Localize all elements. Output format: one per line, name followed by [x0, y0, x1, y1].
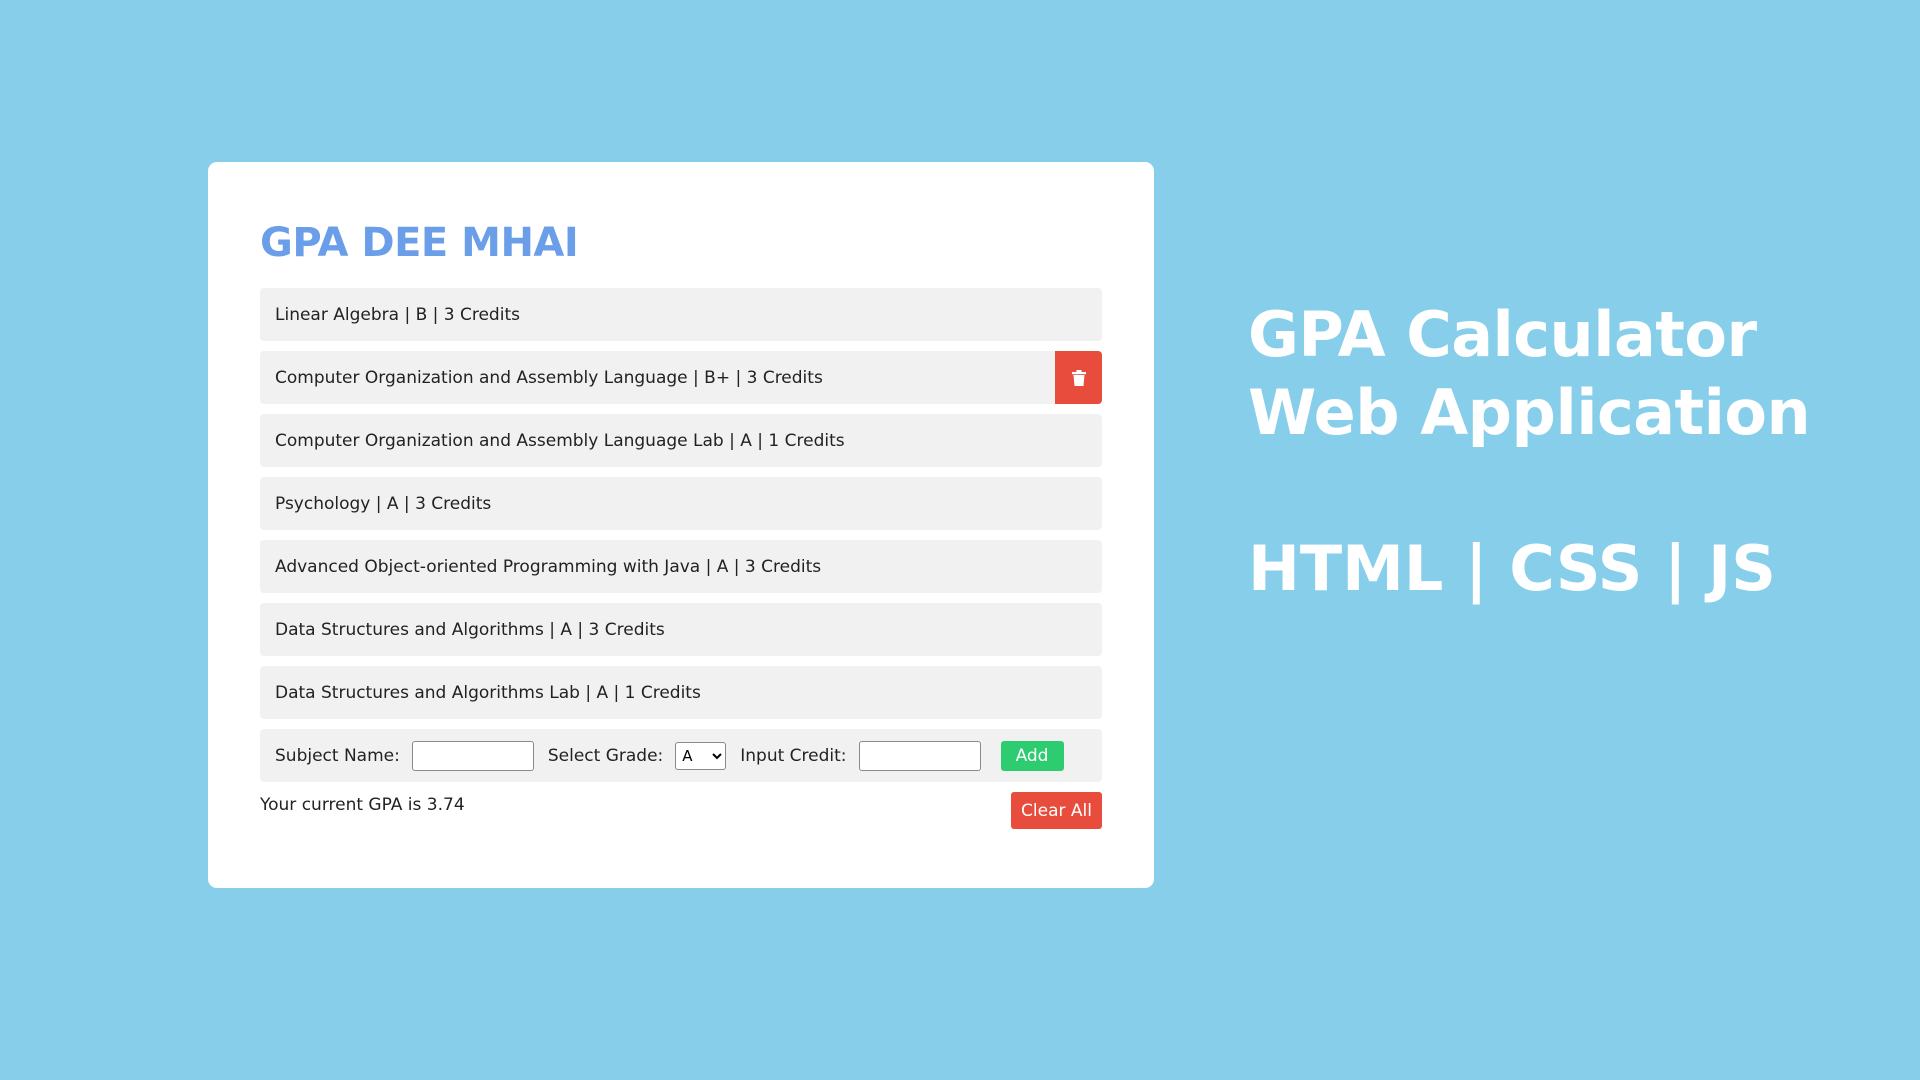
subject-row[interactable]: Computer Organization and Assembly Langu… [260, 351, 1102, 404]
subject-row[interactable]: Psychology | A | 3 Credits [260, 477, 1102, 530]
subject-name-input[interactable] [411, 740, 534, 771]
promo-tech-stack: HTML | CSS | JS [1248, 532, 1776, 605]
result-footer: Your current GPA is 3.74 Clear All [260, 791, 1102, 831]
subject-row-label: Data Structures and Algorithms Lab | A |… [275, 682, 701, 703]
input-credit-label: Input Credit: [740, 745, 847, 766]
subject-row[interactable]: Computer Organization and Assembly Langu… [260, 414, 1102, 467]
subject-row[interactable]: Linear Algebra | B | 3 Credits [260, 288, 1102, 341]
subject-row-label: Data Structures and Algorithms | A | 3 C… [275, 619, 665, 640]
trash-icon [1071, 369, 1086, 386]
subject-row-label: Linear Algebra | B | 3 Credits [275, 304, 520, 325]
add-subject-form: Subject Name: Select Grade: A Input Cred… [260, 729, 1102, 782]
select-grade-label: Select Grade: [547, 745, 664, 766]
promo-title-line-1: GPA Calculator [1248, 298, 1757, 371]
promo-title-line-2: Web Application [1248, 376, 1811, 449]
app-title: GPA DEE MHAI [260, 220, 579, 266]
subject-row[interactable]: Data Structures and Algorithms Lab | A |… [260, 666, 1102, 719]
add-button[interactable]: Add [1000, 740, 1064, 771]
credit-input[interactable] [858, 740, 981, 771]
clear-all-button[interactable]: Clear All [1011, 792, 1102, 829]
gpa-calculator-card: GPA DEE MHAI Linear Algebra | B | 3 Cred… [208, 162, 1154, 888]
gpa-result-text: Your current GPA is 3.74 [260, 795, 465, 815]
subject-row[interactable]: Advanced Object-oriented Programming wit… [260, 540, 1102, 593]
subject-row-label: Computer Organization and Assembly Langu… [275, 430, 845, 451]
delete-subject-button[interactable] [1055, 351, 1102, 404]
subject-list: Linear Algebra | B | 3 Credits Computer … [260, 288, 1102, 782]
grade-select[interactable]: A [675, 741, 727, 770]
subject-row-label: Psychology | A | 3 Credits [275, 493, 492, 514]
subject-name-label: Subject Name: [275, 745, 400, 766]
subject-row[interactable]: Data Structures and Algorithms | A | 3 C… [260, 603, 1102, 656]
promo-text-block: GPA Calculator Web Application HTML | CS… [1248, 296, 1811, 608]
subject-row-label: Advanced Object-oriented Programming wit… [275, 556, 822, 577]
subject-row-label: Computer Organization and Assembly Langu… [275, 367, 823, 388]
